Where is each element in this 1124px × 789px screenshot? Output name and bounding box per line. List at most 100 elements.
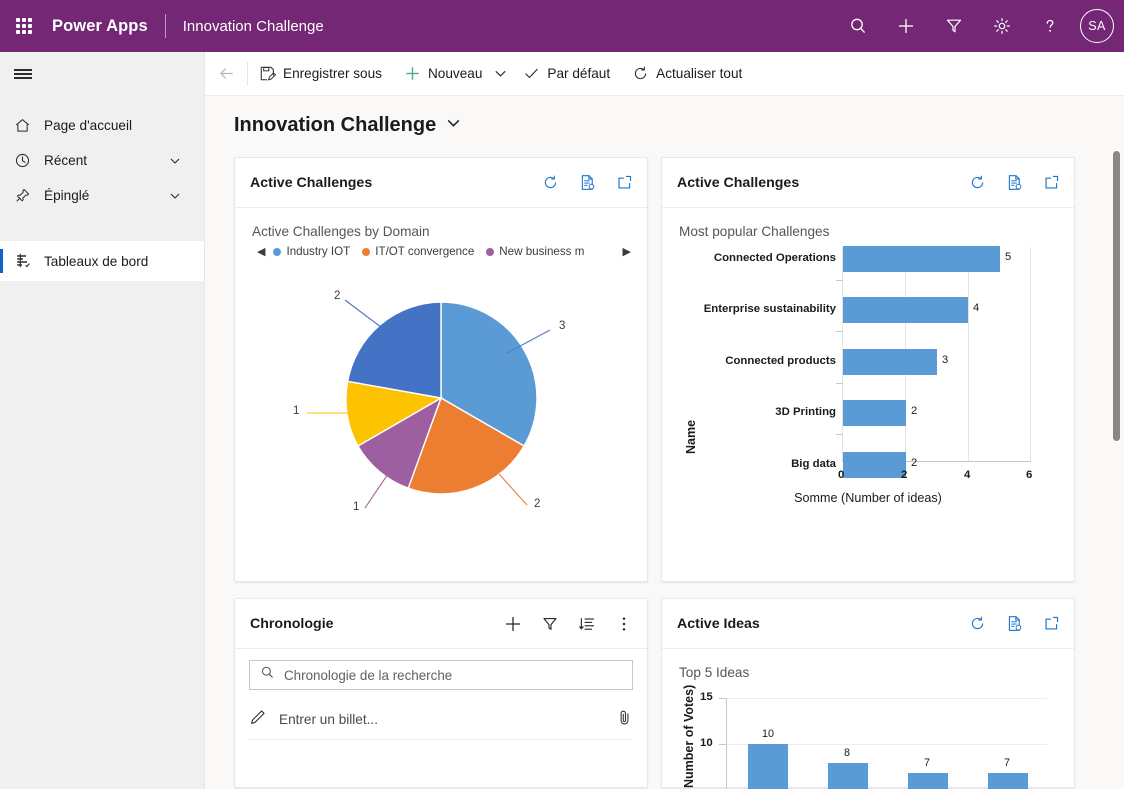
pie-chart[interactable]: 3 2 1 1 2	[235, 258, 647, 558]
bar-value-label: 2	[911, 457, 918, 469]
legend-label: Industry IOT	[286, 245, 351, 258]
vertical-bar-chart[interactable]: Number of Votes) 15 10 10 8 7 7	[662, 680, 1074, 789]
legend-label: New business m	[499, 245, 585, 258]
sidebar-item-recent[interactable]: Récent	[0, 143, 204, 178]
timeline-search[interactable]	[249, 660, 633, 690]
legend-swatch	[273, 247, 282, 256]
paperclip-icon[interactable]	[616, 709, 633, 731]
pie-data-label: 1	[353, 501, 360, 513]
records-icon[interactable]	[579, 174, 596, 191]
bar[interactable]	[843, 400, 906, 426]
plus-icon[interactable]	[504, 615, 522, 633]
card-active-ideas: Active Ideas Top 5 Ideas Number of Votes…	[661, 598, 1075, 789]
more-icon[interactable]	[615, 615, 633, 633]
timeline-search-input[interactable]	[284, 667, 622, 683]
help-button[interactable]	[1026, 2, 1074, 50]
timeline-note-row[interactable]	[249, 700, 633, 740]
home-icon	[14, 117, 44, 134]
ideas-chart-subtitle: Top 5 Ideas	[679, 665, 750, 680]
bar[interactable]	[828, 763, 868, 789]
search-button[interactable]	[834, 2, 882, 50]
card-title: Chronologie	[250, 615, 334, 632]
bar[interactable]	[843, 297, 968, 323]
expand-icon[interactable]	[1043, 174, 1060, 191]
pie-data-label: 1	[293, 405, 300, 417]
new-record-dropdown[interactable]	[493, 66, 512, 81]
new-button[interactable]	[882, 2, 930, 50]
bar[interactable]	[843, 349, 937, 375]
plus-icon	[899, 19, 913, 33]
legend-swatch	[486, 247, 495, 256]
bar-category-label: Connected products	[725, 355, 836, 367]
header-actions: SA	[834, 2, 1124, 50]
card-header: Active Challenges	[235, 158, 647, 208]
new-record-button[interactable]: Nouveau	[393, 52, 493, 96]
pie-legend: ◀ Industry IOT IT/OT convergence New bus…	[235, 239, 647, 258]
legend-item[interactable]: IT/OT convergence	[362, 245, 474, 258]
bar[interactable]	[843, 452, 906, 478]
avatar[interactable]: SA	[1080, 9, 1114, 43]
save-as-button[interactable]: Enregistrer sous	[248, 52, 393, 96]
card-title: Active Ideas	[677, 615, 760, 632]
default-view-button[interactable]: Par défaut	[512, 52, 621, 96]
legend-item[interactable]: Industry IOT	[273, 245, 350, 258]
filter-icon	[946, 19, 962, 33]
refresh-all-button[interactable]: Actualiser tout	[621, 52, 753, 96]
chevron-down-icon[interactable]	[168, 154, 204, 168]
settings-button[interactable]	[978, 2, 1026, 50]
content-scrollbar-thumb[interactable]	[1113, 151, 1120, 441]
timeline-note-input[interactable]	[279, 712, 604, 727]
brand-title[interactable]: Power Apps	[52, 17, 148, 36]
chevron-down-icon[interactable]	[445, 114, 462, 137]
card-active-challenges-pie: Active Challenges Active Challenges by D…	[234, 157, 648, 582]
card-timeline: Chronologie	[234, 598, 648, 788]
dashboard-content: Innovation Challenge Active Challenges A…	[205, 96, 1124, 789]
horizontal-bar-chart[interactable]: Name Connected Operations 5 Enterprise s…	[662, 239, 1074, 579]
pie-data-label: 2	[534, 498, 541, 510]
bar[interactable]	[908, 773, 948, 789]
bar-category-label: 3D Printing	[775, 406, 836, 418]
legend-prev-icon[interactable]: ◀	[249, 245, 273, 258]
save-as-icon	[260, 66, 276, 81]
tickmark	[719, 744, 727, 745]
bar[interactable]	[748, 744, 788, 789]
filter-icon[interactable]	[541, 615, 559, 633]
legend-item[interactable]: New business m	[486, 245, 584, 258]
refresh-all-label: Actualiser tout	[656, 66, 743, 81]
new-record-label: Nouveau	[427, 66, 483, 81]
bar-value-label: 10	[762, 728, 775, 740]
sidebar: Page d'accueil Récent Épinglé Tableaux d…	[0, 52, 205, 789]
filter-button[interactable]	[930, 2, 978, 50]
sidebar-toggle-button[interactable]	[0, 52, 204, 96]
sort-icon[interactable]	[578, 615, 596, 633]
x-tick-label: 2	[901, 469, 908, 481]
bar[interactable]	[988, 773, 1028, 789]
refresh-icon[interactable]	[969, 174, 986, 191]
refresh-icon[interactable]	[542, 174, 559, 191]
refresh-icon[interactable]	[969, 615, 986, 632]
content-scrollbar-track[interactable]	[1111, 96, 1121, 789]
app-name[interactable]: Innovation Challenge	[183, 18, 324, 35]
app-launcher-button[interactable]	[0, 18, 48, 34]
legend-next-icon[interactable]: ▶	[615, 245, 639, 258]
chevron-down-icon[interactable]	[168, 189, 204, 203]
records-icon[interactable]	[1006, 174, 1023, 191]
sidebar-item-dashboards[interactable]: Tableaux de bord	[0, 241, 204, 281]
records-icon[interactable]	[1006, 615, 1023, 632]
expand-icon[interactable]	[1043, 615, 1060, 632]
bar[interactable]	[843, 246, 1000, 272]
back-arrow-icon	[219, 68, 233, 79]
chevron-down-icon	[495, 70, 507, 77]
sidebar-item-home[interactable]: Page d'accueil	[0, 108, 204, 143]
pencil-icon	[249, 708, 267, 731]
page-title-text[interactable]: Innovation Challenge	[234, 114, 436, 137]
timeline-actions	[504, 615, 633, 633]
expand-icon[interactable]	[616, 174, 633, 191]
tickmark	[836, 331, 843, 332]
back-button[interactable]	[205, 52, 247, 96]
card-header: Chronologie	[235, 599, 647, 649]
tickmark	[836, 434, 843, 435]
search-icon	[851, 18, 866, 34]
sidebar-item-pinned[interactable]: Épinglé	[0, 178, 204, 213]
save-as-label: Enregistrer sous	[283, 66, 382, 81]
